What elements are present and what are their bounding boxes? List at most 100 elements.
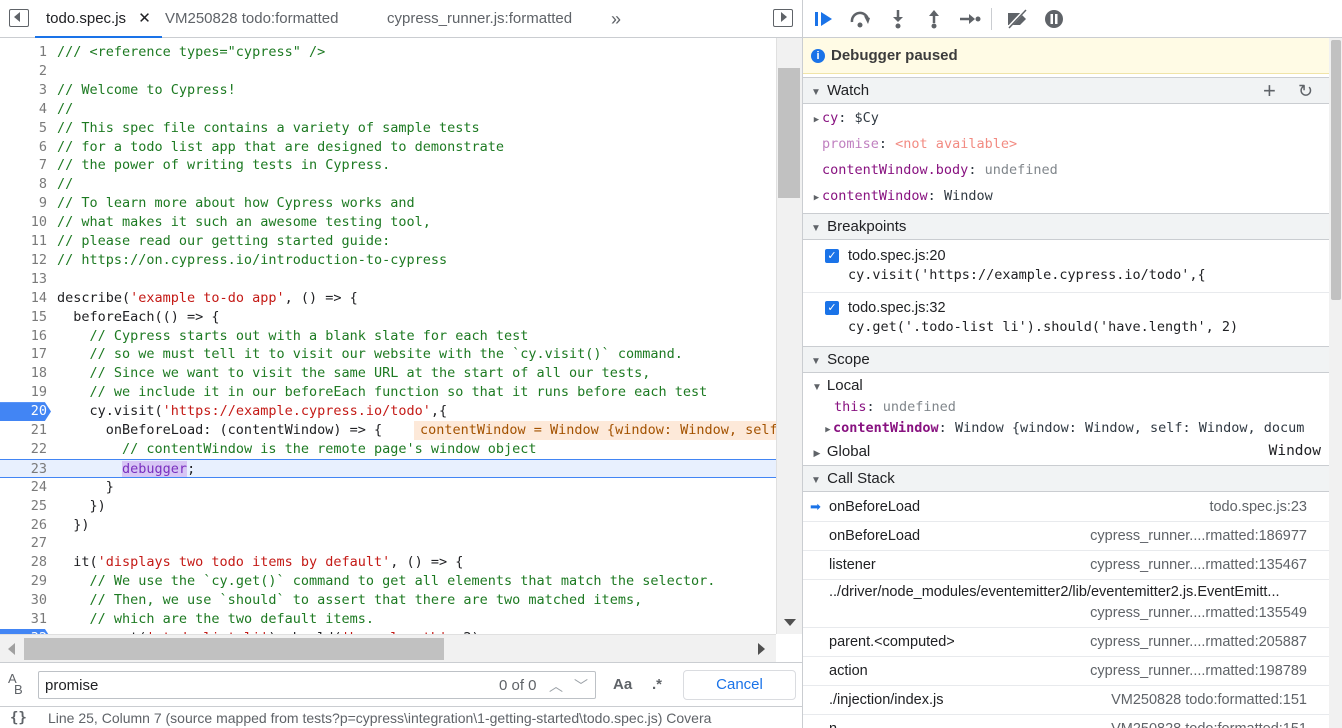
next-match-icon[interactable]: ﹀ <box>574 676 588 696</box>
line-number[interactable]: 18 <box>0 364 47 383</box>
step-icon[interactable] <box>958 9 981 29</box>
line-number[interactable]: 10 <box>0 213 47 232</box>
scroll-thumb[interactable] <box>1331 40 1341 300</box>
callstack-frame[interactable]: ./injection/index.js VM250828 todo:format… <box>803 686 1329 715</box>
toggle-debugger-icon[interactable] <box>773 9 793 27</box>
code-line[interactable]: 12 // https://on.cypress.io/introduction-… <box>0 251 776 270</box>
line-number[interactable]: 6 <box>0 138 47 157</box>
scroll-left-icon[interactable] <box>8 643 15 655</box>
code-line[interactable]: 28 it('displays two todo items by defaul… <box>0 553 776 572</box>
more-tabs-icon[interactable]: » <box>611 0 621 38</box>
scope-local-header[interactable]: ▼ Local <box>811 377 1337 394</box>
callstack-frame[interactable]: ➡ onBeforeLoad todo.spec.js:23 <box>803 493 1329 522</box>
callstack-section-header[interactable]: ▼ Call Stack <box>803 465 1329 492</box>
code-line[interactable]: 8 // <box>0 175 776 194</box>
line-number[interactable]: 12 <box>0 251 47 270</box>
scroll-down-icon[interactable] <box>784 619 796 626</box>
callstack-frame[interactable]: listener cypress_runner....rmatted:135467 <box>803 551 1329 580</box>
line-number[interactable]: 25 <box>0 497 47 516</box>
callstack-frame[interactable]: onBeforeLoad cypress_runner....rmatted:18… <box>803 522 1329 551</box>
line-number[interactable]: 3 <box>0 81 47 100</box>
line-number[interactable]: 30 <box>0 591 47 610</box>
breakpoint-item[interactable]: ✓ todo.spec.js:32 cy.get('.todo-list li').… <box>803 295 1329 345</box>
line-number[interactable]: 2 <box>0 62 47 81</box>
line-number[interactable]: 7 <box>0 156 47 175</box>
code-line[interactable]: 24 } <box>0 478 776 497</box>
code-line[interactable]: 26 }) <box>0 516 776 535</box>
watch-expression[interactable]: contentWindow.body: undefined <box>822 162 1342 178</box>
step-over-icon[interactable] <box>849 9 871 29</box>
line-number[interactable]: 29 <box>0 572 47 591</box>
cancel-search-button[interactable]: Cancel <box>683 670 796 700</box>
code-line[interactable]: 4 // <box>0 100 776 119</box>
scope-this-row[interactable]: this: undefined <box>834 399 1342 415</box>
line-number[interactable]: 8 <box>0 175 47 194</box>
scope-global-header[interactable]: ▶ Global Window <box>811 443 1321 460</box>
editor-vertical-scrollbar[interactable] <box>776 38 802 634</box>
tab-vm-todo[interactable]: VM250828 todo:formatted <box>165 0 338 38</box>
line-number[interactable]: 13 <box>0 270 47 289</box>
close-tab-icon[interactable]: ✕ <box>138 10 151 27</box>
code-line[interactable]: 13 <box>0 270 776 289</box>
line-number[interactable]: 1 <box>0 43 47 62</box>
code-line[interactable]: 5 // This spec file contains a variety of… <box>0 119 776 138</box>
pause-on-exceptions-icon[interactable] <box>1043 9 1065 29</box>
line-number[interactable]: 23 <box>0 460 47 479</box>
code-line[interactable]: 15 beforeEach(() => { <box>0 308 776 327</box>
inline-value-preview[interactable]: contentWindow = Window {window: Window, … <box>414 421 776 440</box>
callstack-frame[interactable]: n VM250828 todo:formatted:151 <box>803 715 1329 728</box>
code-line[interactable]: 30 // Then, we use `should` to assert th… <box>0 591 776 610</box>
watch-expression[interactable]: promise: <not available> <box>822 136 1342 152</box>
code-line[interactable]: 9 // To learn more about how Cypress work… <box>0 194 776 213</box>
step-out-icon[interactable] <box>923 9 945 29</box>
code-line[interactable]: 20 cy.visit('https://example.cypress.io/… <box>0 402 776 421</box>
line-number[interactable]: 15 <box>0 308 47 327</box>
callstack-frame[interactable]: ../driver/node_modules/eventemitter2/lib… <box>803 580 1329 628</box>
scope-contentwindow-row[interactable]: ▶ contentWindow: Window {window: Window, … <box>823 420 1329 436</box>
code-line[interactable]: 29 // We use the `cy.get()` command to g… <box>0 572 776 591</box>
code-editor[interactable]: 1 /// <reference types="cypress" /> 2 3 // W… <box>0 38 776 634</box>
breakpoint-item[interactable]: ✓ todo.spec.js:20 cy.visit('https://exampl… <box>803 243 1329 293</box>
scope-section-header[interactable]: ▼ Scope <box>803 346 1329 373</box>
line-number[interactable]: 31 <box>0 610 47 629</box>
callstack-frame[interactable]: action cypress_runner....rmatted:198789 <box>803 657 1329 686</box>
breakpoints-section-header[interactable]: ▼ Breakpoints <box>803 213 1329 240</box>
line-number[interactable]: 16 <box>0 327 47 346</box>
watch-section-header[interactable]: ▼ Watch + ↻ <box>803 77 1329 104</box>
callstack-frame[interactable]: parent.<computed> cypress_runner....rmatt… <box>803 628 1329 657</box>
code-line[interactable]: 16 // Cypress starts out with a blank sl… <box>0 327 776 346</box>
line-number[interactable]: 21 <box>0 421 47 440</box>
code-line[interactable]: 27 <box>0 534 776 553</box>
breakpoint-checkbox[interactable]: ✓ <box>825 301 839 315</box>
breakpoint-line-number[interactable]: 20 <box>0 402 51 421</box>
scroll-thumb[interactable] <box>24 638 444 660</box>
code-line[interactable]: 19 // we include it in our beforeEach fu… <box>0 383 776 402</box>
deactivate-breakpoints-icon[interactable] <box>1005 8 1027 30</box>
resume-icon[interactable] <box>813 9 835 29</box>
line-number[interactable]: 19 <box>0 383 47 402</box>
pretty-print-icon[interactable]: {} <box>10 710 27 726</box>
code-line[interactable]: 21 onBeforeLoad: (contentWindow) => {con… <box>0 421 776 440</box>
code-line[interactable]: 1 /// <reference types="cypress" /> <box>0 43 776 62</box>
replace-toggle-icon[interactable]: AB <box>8 672 23 696</box>
code-line[interactable]: 10 // what makes it such an awesome testi… <box>0 213 776 232</box>
line-number[interactable]: 11 <box>0 232 47 251</box>
watch-expression[interactable]: ▶ cy: $Cy <box>811 110 1337 126</box>
toggle-navigator-icon[interactable] <box>9 9 29 27</box>
match-case-button[interactable]: Aa <box>613 676 632 693</box>
line-number[interactable]: 28 <box>0 553 47 572</box>
scroll-thumb[interactable] <box>778 68 800 198</box>
line-number[interactable]: 17 <box>0 345 47 364</box>
line-number[interactable]: 22 <box>0 440 47 459</box>
code-line[interactable]: 17 // so we must tell it to visit our we… <box>0 345 776 364</box>
tab-cypress-runner[interactable]: cypress_runner.js:formatted <box>387 0 572 38</box>
watch-expression[interactable]: ▶ contentWindow: Window <box>811 188 1337 204</box>
line-number[interactable]: 5 <box>0 119 47 138</box>
code-line[interactable]: 18 // Since we want to visit the same UR… <box>0 364 776 383</box>
line-number[interactable]: 9 <box>0 194 47 213</box>
code-line[interactable]: 7 // the power of writing tests in Cypres… <box>0 156 776 175</box>
code-line[interactable]: 22 // contentWindow is the remote page's… <box>0 440 776 459</box>
code-line[interactable]: 6 // for a todo list app that are designe… <box>0 138 776 157</box>
add-watch-icon[interactable]: + <box>1263 78 1276 104</box>
breakpoint-checkbox[interactable]: ✓ <box>825 249 839 263</box>
